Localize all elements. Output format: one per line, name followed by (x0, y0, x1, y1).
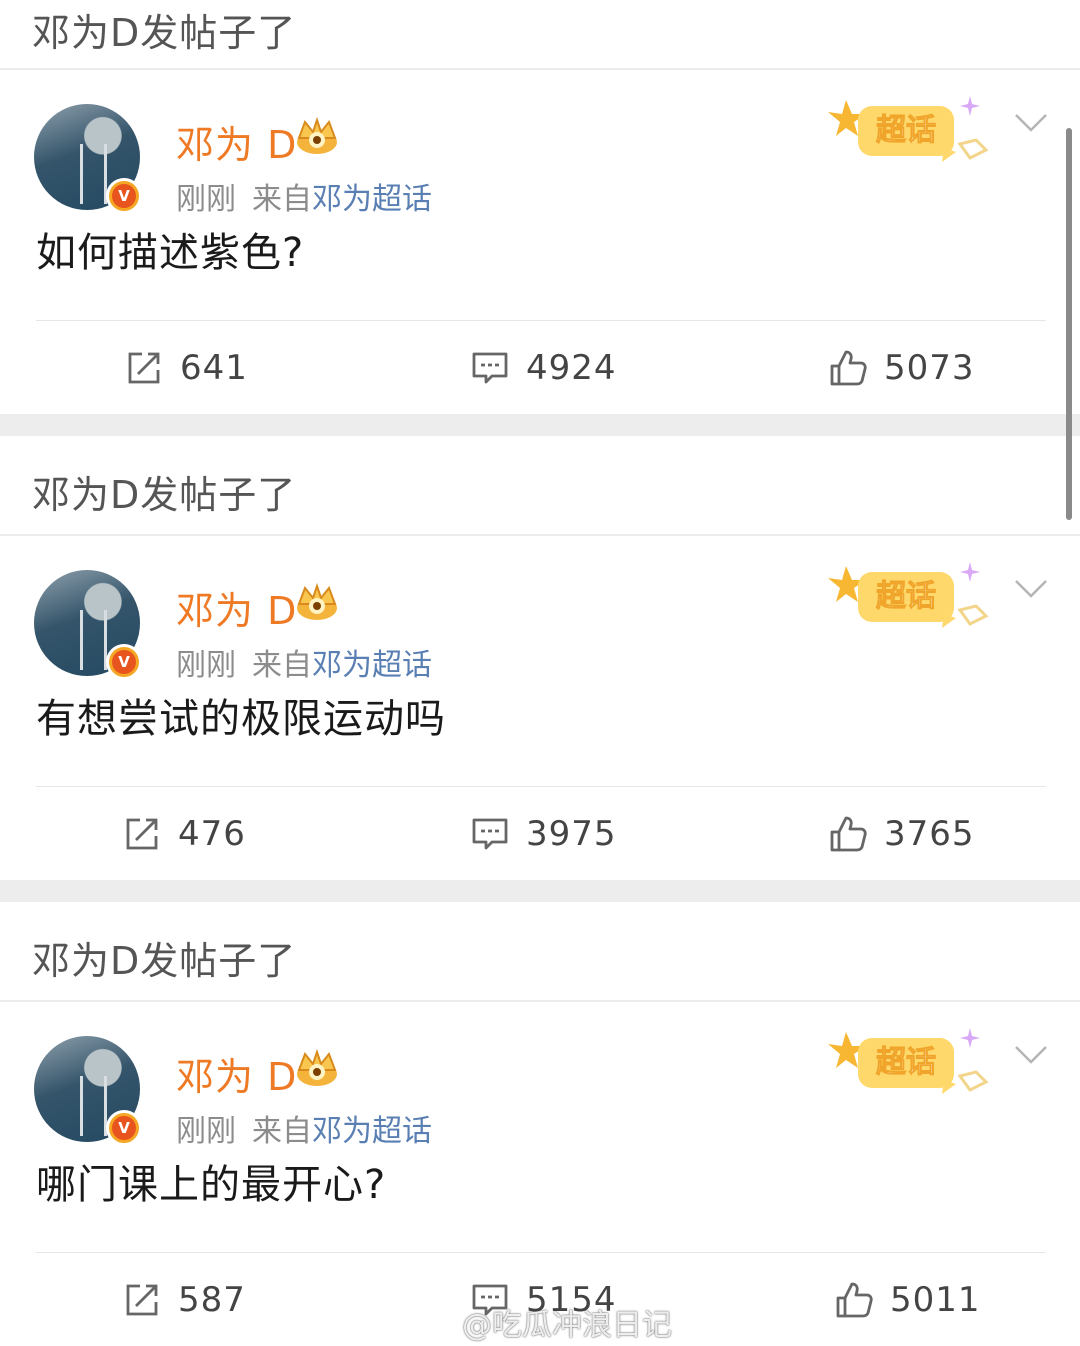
verified-v-icon: V (106, 644, 142, 680)
like-count: 3765 (884, 814, 975, 854)
divider (36, 786, 1046, 787)
post-meta: 刚刚 来自邓为超话 (176, 640, 432, 684)
repost-count: 476 (178, 814, 246, 854)
verified-v-icon: V (106, 1110, 142, 1146)
source-link[interactable]: 邓为超话 (312, 648, 432, 683)
supertopic-badge-label: 超话 (876, 113, 936, 148)
supertopic-badge-label: 超话 (876, 1045, 936, 1080)
comment-icon (472, 818, 508, 850)
comment-button[interactable]: 4924 (470, 322, 617, 414)
comment-count: 4924 (526, 348, 617, 388)
crown-icon (297, 1048, 337, 1086)
section-gap (0, 880, 1080, 902)
section-header-title: 邓为D发帖子了 (32, 473, 297, 517)
post-content[interactable]: 有想尝试的极限运动吗 (36, 686, 446, 744)
post-meta: 刚刚 来自邓为超话 (176, 1106, 432, 1150)
supertopic-badge[interactable]: 超话 (824, 558, 992, 638)
post-time: 刚刚 (176, 182, 236, 217)
post-content[interactable]: 哪门课上的最开心? (36, 1152, 386, 1210)
chevron-down-icon[interactable] (1014, 578, 1048, 600)
weibo-logo-icon (418, 1309, 456, 1338)
scrollbar[interactable] (1066, 128, 1072, 520)
comment-count: 3975 (526, 814, 617, 854)
username[interactable]: 邓为 D (176, 114, 297, 169)
feed: 邓为D发帖子了 V 邓为 D 刚刚 来自邓为超话 超话 如何描述紫色? 641 … (0, 0, 1080, 1346)
chevron-down-icon[interactable] (1014, 1044, 1048, 1066)
repost-button[interactable]: 476 (122, 788, 246, 880)
section-header: 邓为D发帖子了 (0, 436, 1080, 536)
action-bar: 641 4924 5073 (0, 322, 1080, 414)
section-header-title: 邓为D发帖子了 (32, 939, 297, 983)
repost-count: 587 (178, 1280, 246, 1320)
post-meta: 刚刚 来自邓为超话 (176, 174, 432, 218)
supertopic-badge-label: 超话 (876, 579, 936, 614)
repost-icon (128, 352, 160, 384)
source-link[interactable]: 邓为超话 (312, 1114, 432, 1149)
source-prefix: 来自 (252, 1114, 312, 1149)
repost-button[interactable]: 641 (124, 322, 248, 414)
source-link[interactable]: 邓为超话 (312, 182, 432, 217)
crown-icon (297, 582, 337, 620)
repost-icon (126, 818, 158, 850)
watermark-text: @吃瓜冲浪日记 (462, 1308, 672, 1343)
section-header-title: 邓为D发帖子了 (32, 11, 297, 55)
section-header: 邓为D发帖子了 (0, 902, 1080, 1002)
action-bar: 476 3975 3765 (0, 788, 1080, 880)
source-prefix: 来自 (252, 182, 312, 217)
divider (36, 1252, 1046, 1253)
section-gap (0, 414, 1080, 436)
crown-icon (297, 116, 337, 154)
watermark: @吃瓜冲浪日记 (418, 1302, 672, 1343)
post-card[interactable]: V 邓为 D 刚刚 来自邓为超话 超话 有想尝试的极限运动吗 476 3975 … (0, 536, 1080, 880)
supertopic-badge[interactable]: 超话 (824, 1024, 992, 1104)
source-prefix: 来自 (252, 648, 312, 683)
repost-icon (126, 1284, 158, 1316)
comment-button[interactable]: 3975 (470, 788, 617, 880)
like-button[interactable]: 5011 (834, 1254, 981, 1346)
supertopic-badge[interactable]: 超话 (824, 92, 992, 172)
section-header: 邓为D发帖子了 (0, 0, 1080, 70)
like-button[interactable]: 5073 (828, 322, 975, 414)
username[interactable]: 邓为 D (176, 1046, 297, 1101)
post-time: 刚刚 (176, 1114, 236, 1149)
like-count: 5073 (884, 348, 975, 388)
repost-count: 641 (180, 348, 248, 388)
verified-v-icon: V (106, 178, 142, 214)
post-card[interactable]: V 邓为 D 刚刚 来自邓为超话 超话 哪门课上的最开心? 587 5154 5… (0, 1002, 1080, 1346)
thumbs-up-icon (830, 350, 867, 386)
comment-icon (472, 352, 508, 384)
post-time: 刚刚 (176, 648, 236, 683)
like-count: 5011 (890, 1280, 981, 1320)
divider (36, 320, 1046, 321)
thumbs-up-icon (836, 1282, 873, 1318)
post-content[interactable]: 如何描述紫色? (36, 220, 304, 278)
post-card[interactable]: V 邓为 D 刚刚 来自邓为超话 超话 如何描述紫色? 641 4924 507… (0, 70, 1080, 414)
chevron-down-icon[interactable] (1014, 112, 1048, 134)
repost-button[interactable]: 587 (122, 1254, 246, 1346)
username[interactable]: 邓为 D (176, 580, 297, 635)
thumbs-up-icon (830, 816, 867, 852)
like-button[interactable]: 3765 (828, 788, 975, 880)
